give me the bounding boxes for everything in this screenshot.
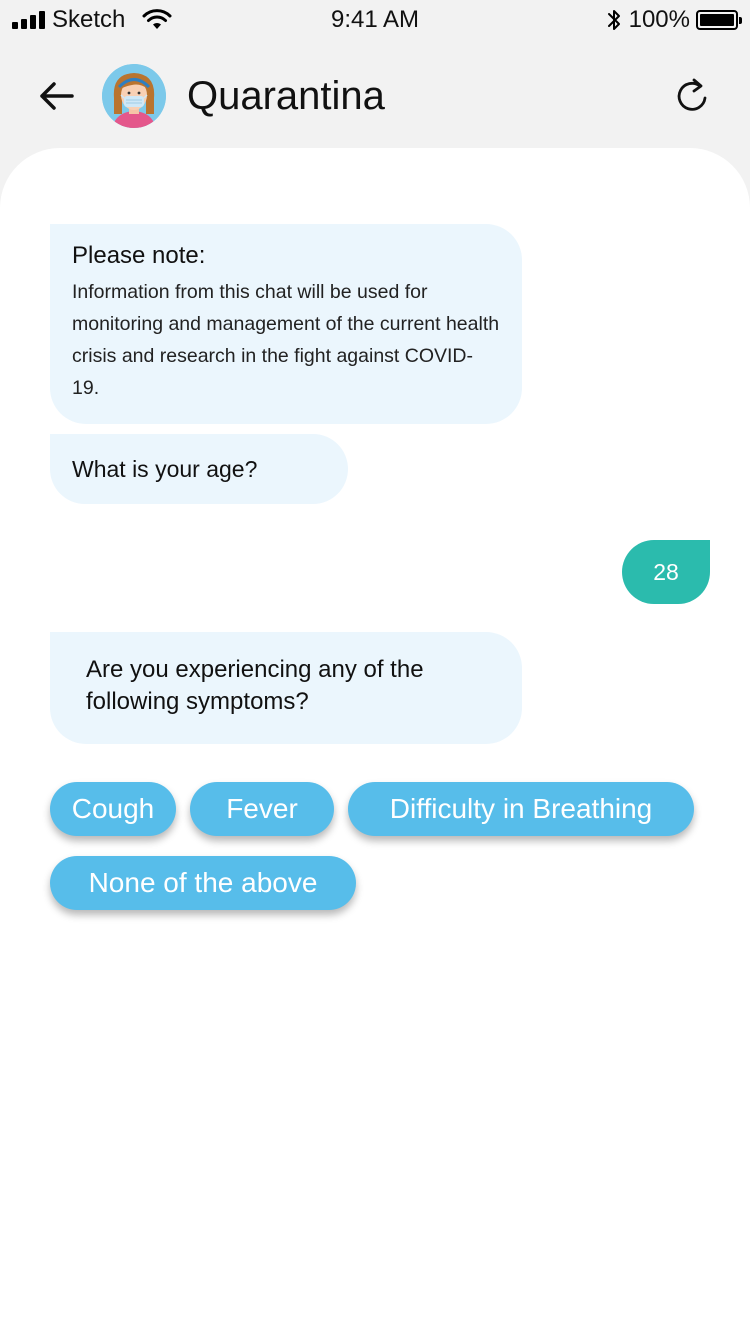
- battery-icon: [696, 10, 742, 30]
- user-message: 28: [622, 540, 710, 604]
- bot-message-symptoms: Are you experiencing any of the followin…: [50, 632, 522, 744]
- status-right: 100%: [607, 6, 742, 34]
- option-fever-button[interactable]: Fever: [190, 782, 334, 836]
- bot-message-note: Please note: Information from this chat …: [50, 224, 522, 424]
- option-cough-button[interactable]: Cough: [50, 782, 176, 836]
- option-breathing-button[interactable]: Difficulty in Breathing: [348, 782, 694, 836]
- note-title: Please note:: [72, 242, 206, 269]
- chat-panel[interactable]: Please note: Information from this chat …: [0, 148, 750, 1334]
- battery-percent: 100%: [628, 6, 690, 33]
- bluetooth-icon: [607, 10, 620, 30]
- avatar: [102, 64, 166, 128]
- arrow-left-icon[interactable]: [36, 76, 76, 116]
- avatar-illustration: [102, 64, 166, 128]
- status-bar: Sketch 9:41 AM 100%: [0, 0, 750, 40]
- chat-title: Quarantina: [187, 74, 385, 118]
- chat-header: Quarantina: [0, 58, 750, 134]
- option-none-button[interactable]: None of the above: [50, 856, 356, 910]
- bot-message-age: What is your age?: [50, 434, 348, 504]
- refresh-icon[interactable]: [674, 76, 712, 116]
- note-body: Information from this chat will be used …: [72, 281, 500, 399]
